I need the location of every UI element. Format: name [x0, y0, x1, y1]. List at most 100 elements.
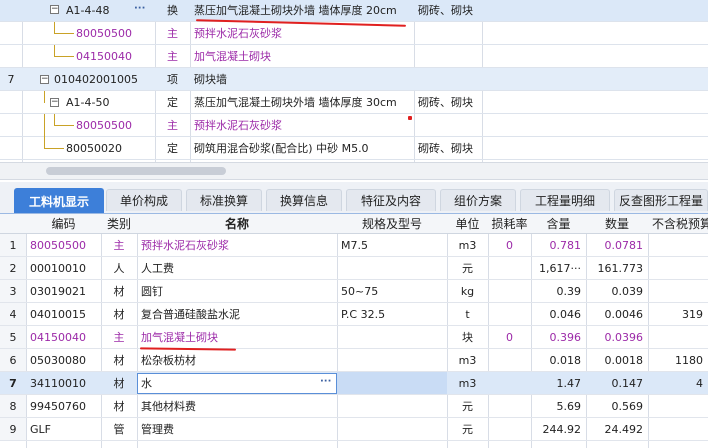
cell-code[interactable]: 04150040 — [26, 326, 101, 348]
tab-reverse-lookup[interactable]: 反查图形工程量 — [614, 189, 708, 211]
cell-code[interactable]: 03019021 — [26, 280, 101, 302]
tree-row[interactable]: 7 − 010402001005 项 砌块墙 — [0, 68, 708, 91]
cell-code[interactable]: 05030080 — [26, 349, 101, 371]
cell-category[interactable]: 材 — [101, 303, 137, 325]
table-row[interactable]: 4 04010015 材复合普通硅酸盐水泥 P.C 32.5 t 0.046 0.0046 3… — [0, 303, 708, 326]
tree-row[interactable]: 80050500 主 预拌水泥石灰砂浆 — [0, 114, 708, 137]
cell-code[interactable]: 00010010 — [26, 257, 101, 279]
cell-unit[interactable]: 元 — [447, 395, 488, 417]
cell-content[interactable]: 1,617··· — [531, 257, 586, 279]
collapse-icon[interactable]: − — [50, 98, 59, 107]
cell-spec[interactable] — [337, 349, 447, 371]
header-price[interactable]: 不含税预算 — [648, 214, 708, 233]
header-quantity[interactable]: 数量 — [586, 214, 648, 233]
tab-unit-price[interactable]: 单价构成 — [106, 189, 182, 211]
cell-price[interactable] — [648, 418, 708, 440]
tab-conversion-info[interactable]: 换算信息 — [266, 189, 342, 211]
cell-category[interactable]: 主 — [101, 234, 137, 256]
cell-spec[interactable] — [337, 257, 447, 279]
cell-category[interactable]: 主 — [101, 326, 137, 348]
cell-loss-rate[interactable] — [488, 395, 531, 417]
cell-name[interactable]: 管理费 — [137, 418, 337, 440]
cell-loss-rate[interactable]: 0 — [488, 326, 531, 348]
cell-loss-rate[interactable] — [488, 280, 531, 302]
cell-unit[interactable]: m3 — [447, 234, 488, 256]
cell-price[interactable]: 4 — [648, 372, 708, 394]
table-row[interactable]: 6 05030080 材松杂板枋材 m3 0.018 0.0018 1180 — [0, 349, 708, 372]
cell-price[interactable] — [648, 234, 708, 256]
tree-row[interactable]: 80050020 定 砌筑用混合砂浆(配合比) 中砂 M5.0 砌砖、砌块 — [0, 137, 708, 160]
cell-loss-rate[interactable] — [488, 349, 531, 371]
scrollbar-thumb[interactable] — [46, 167, 226, 175]
cell-content[interactable]: 244.92 — [531, 418, 586, 440]
cell-unit[interactable]: 元 — [447, 257, 488, 279]
table-row[interactable]: 7 34110010 材水 m3 1.47 0.147 4 ··· — [0, 372, 708, 395]
cell-price[interactable] — [648, 326, 708, 348]
tab-labor-material-machine[interactable]: 工料机显示 — [14, 188, 104, 213]
collapse-icon[interactable]: − — [40, 75, 49, 84]
tree-row[interactable]: − A1-4-50 定 蒸压加气混凝土砌块外墙 墙体厚度 30cm 砌砖、砌块 — [0, 91, 708, 114]
cell-loss-rate[interactable] — [488, 257, 531, 279]
cell-name[interactable]: 加气混凝土砌块 — [137, 326, 337, 348]
cell-content[interactable]: 0.396 — [531, 326, 586, 348]
cell-spec[interactable]: 50~75 — [337, 280, 447, 302]
cell-content[interactable]: 0.046 — [531, 303, 586, 325]
cell-content[interactable]: 0.39 — [531, 280, 586, 302]
cell-spec[interactable] — [337, 395, 447, 417]
cell-name[interactable]: 松杂板枋材 — [137, 349, 337, 371]
cell-price[interactable]: 319 — [648, 303, 708, 325]
table-row[interactable]: 2 00010010 人人工费 元 1,617··· 161.773 — [0, 257, 708, 280]
header-category[interactable]: 类别 — [101, 214, 137, 233]
cell-quantity[interactable]: 0.0396 — [586, 326, 648, 348]
cell-content[interactable]: 1.47 — [531, 372, 586, 394]
tab-features[interactable]: 特征及内容 — [346, 189, 436, 211]
cell-category[interactable]: 人 — [101, 257, 137, 279]
table-row[interactable]: 9 GLF 管管理费 元 244.92 24.492 — [0, 418, 708, 441]
cell-spec[interactable] — [337, 326, 447, 348]
cell-code[interactable]: GLF — [26, 418, 101, 440]
cell-quantity[interactable]: 24.492 — [586, 418, 648, 440]
cell-unit[interactable]: 元 — [447, 418, 488, 440]
cell-spec[interactable]: M7.5 — [337, 234, 447, 256]
header-content[interactable]: 含量 — [531, 214, 586, 233]
table-row[interactable]: 3 03019021 材圆钉 50~75 kg 0.39 0.039 — [0, 280, 708, 303]
cell-category[interactable]: 材 — [101, 395, 137, 417]
cell-spec[interactable] — [337, 418, 447, 440]
cell-unit[interactable]: kg — [447, 280, 488, 302]
header-loss-rate[interactable]: 损耗率 — [488, 214, 531, 233]
tree-row[interactable]: − A1-4-48 ··· 换 蒸压加气混凝土砌块外墙 墙体厚度 20cm 砌砖… — [0, 0, 708, 22]
cell-name[interactable]: 圆钉 — [137, 280, 337, 302]
cell-name[interactable]: 复合普通硅酸盐水泥 — [137, 303, 337, 325]
cell-code[interactable]: 80050500 — [26, 234, 101, 256]
cell-unit[interactable]: m3 — [447, 349, 488, 371]
cell-code[interactable]: 34110010 — [26, 372, 101, 394]
cell-quantity[interactable]: 161.773 — [586, 257, 648, 279]
table-row[interactable]: 5 04150040 主加气混凝土砌块 块 0 0.396 0.0396 — [0, 326, 708, 349]
cell-quantity[interactable]: 0.039 — [586, 280, 648, 302]
table-row[interactable]: 1 80050500 主预拌水泥石灰砂浆 M7.5 m3 0 0.781 0.0781 — [0, 234, 708, 257]
cell-content[interactable]: 0.781 — [531, 234, 586, 256]
header-code[interactable]: 编码 — [26, 214, 101, 233]
header-spec[interactable]: 规格及型号 — [337, 214, 447, 233]
cell-code[interactable]: 99450760 — [26, 395, 101, 417]
more-icon[interactable]: ··· — [134, 3, 145, 14]
tab-standard-conversion[interactable]: 标准换算 — [186, 189, 262, 211]
cell-category[interactable]: 管 — [101, 418, 137, 440]
cell-quantity[interactable]: 0.569 — [586, 395, 648, 417]
cell-loss-rate[interactable] — [488, 372, 531, 394]
cell-price[interactable]: 1180 — [648, 349, 708, 371]
cell-name[interactable]: 人工费 — [137, 257, 337, 279]
cell-loss-rate[interactable]: 0 — [488, 234, 531, 256]
cell-category[interactable]: 材 — [101, 349, 137, 371]
cell-loss-rate[interactable] — [488, 303, 531, 325]
cell-quantity[interactable]: 0.0781 — [586, 234, 648, 256]
cell-name[interactable]: 预拌水泥石灰砂浆 — [137, 234, 337, 256]
cell-name[interactable]: 其他材料费 — [137, 395, 337, 417]
cell-name[interactable]: 水 — [137, 372, 337, 394]
cell-quantity[interactable]: 0.147 — [586, 372, 648, 394]
horizontal-scrollbar[interactable] — [0, 162, 708, 180]
table-row[interactable]: 8 99450760 材其他材料费 元 5.69 0.569 — [0, 395, 708, 418]
cell-unit[interactable]: t — [447, 303, 488, 325]
header-unit[interactable]: 单位 — [447, 214, 488, 233]
more-icon[interactable]: ··· — [320, 376, 331, 387]
